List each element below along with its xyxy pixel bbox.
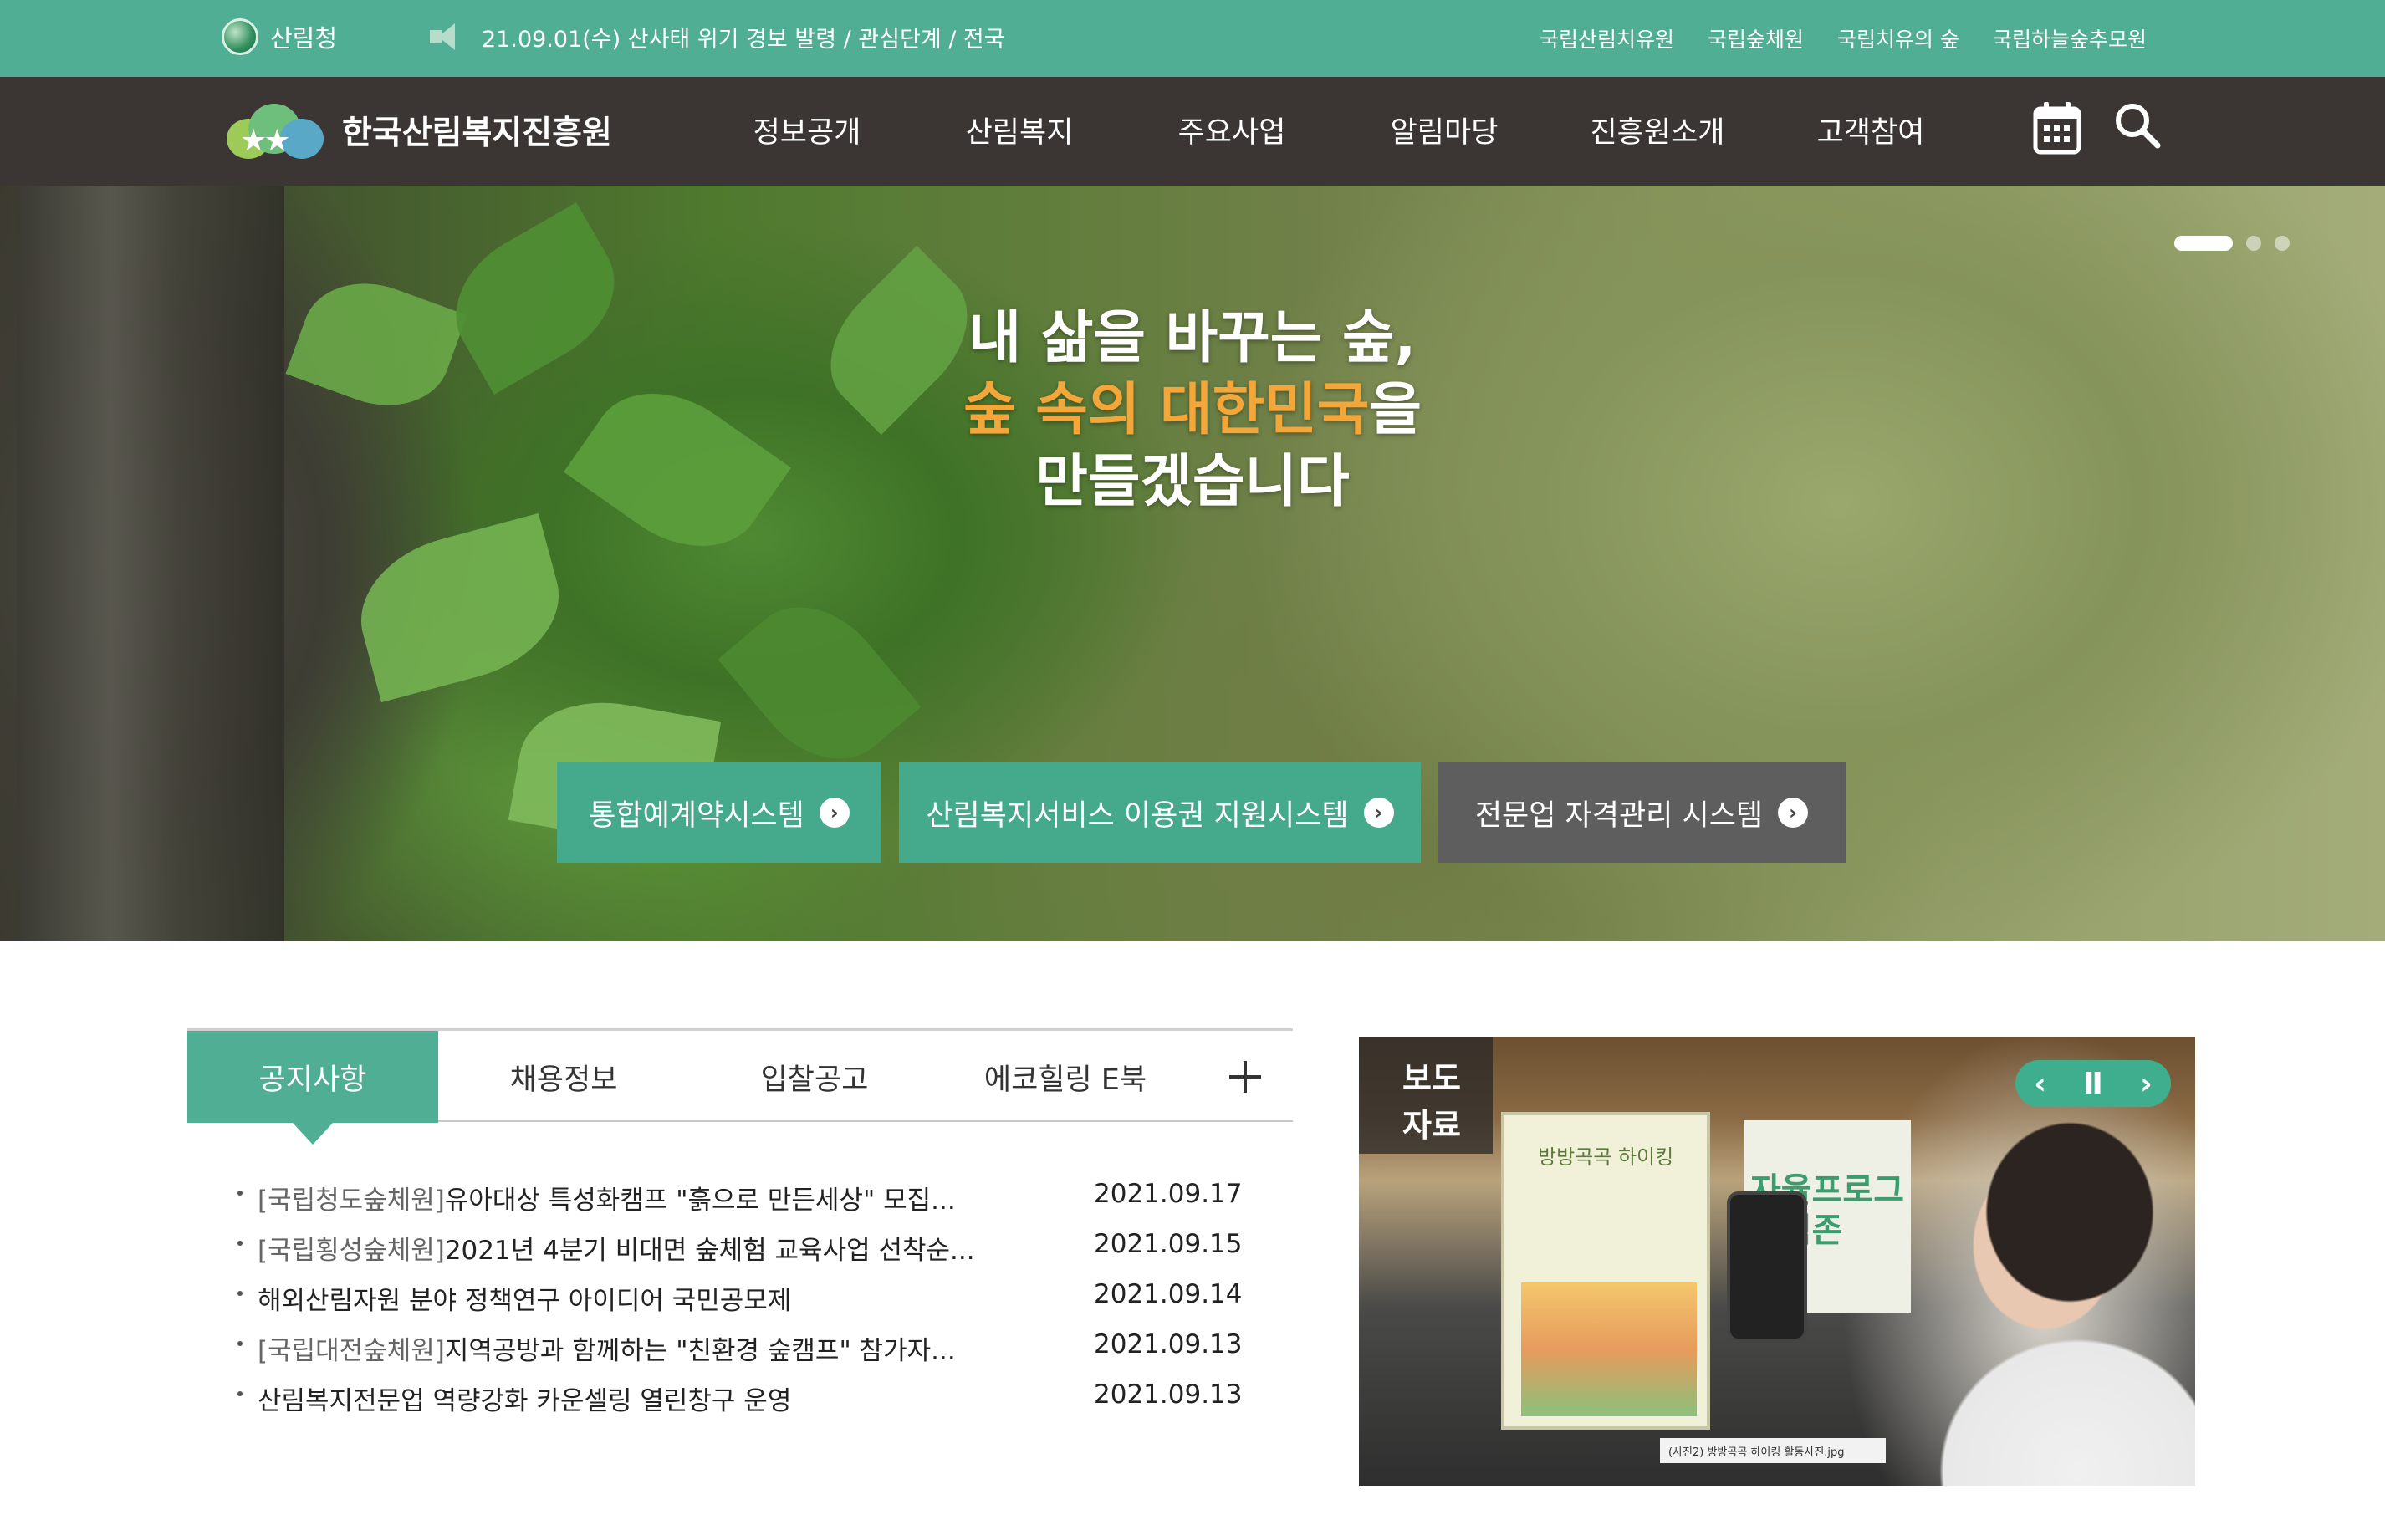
chevron-right-circle-icon: › xyxy=(1778,798,1809,828)
integrated-reservation-button[interactable]: 통합예계약시스템 › xyxy=(557,762,881,863)
plus-icon[interactable] xyxy=(1223,1054,1268,1099)
site-name: 한국산림복지진흥원 xyxy=(342,115,612,152)
headline-line-2: 숲 속의 대한민국을 xyxy=(0,375,2385,446)
agency-name: 산림청 xyxy=(270,24,338,53)
chevron-right-circle-icon: › xyxy=(819,798,850,828)
chevron-right-circle-icon: › xyxy=(1363,798,1394,828)
bullet-icon xyxy=(237,1391,243,1396)
link-healing-forest[interactable]: 국립치유의 숲 xyxy=(1837,23,1959,54)
headline-line-1: 내 삶을 바꾸는 숲, xyxy=(968,305,1417,371)
notice-text: 2021년 4분기 비대면 숲체험 교육사업 선착순... xyxy=(444,1236,975,1266)
menu-forest-welfare[interactable]: 산림복지 xyxy=(948,109,1090,151)
nav-tools xyxy=(2032,100,2163,156)
slide-indicator xyxy=(2174,236,2290,251)
menu-customer[interactable]: 고객참여 xyxy=(1800,109,1942,151)
main-navigation: ★★ 한국산림복지진흥원 정보공개 산림복지 주요사업 알림마당 진흥원소개 고… xyxy=(0,77,2385,186)
bullet-icon xyxy=(237,1241,243,1246)
top-utility-bar: 산림청 21.09.01(수) 산사태 위기 경보 발령 / 관심단계 / 전국… xyxy=(0,0,2385,77)
notice-date: 2021.09.14 xyxy=(1094,1279,1243,1309)
headline-accent: 숲 속의 대한민국 xyxy=(963,377,1370,443)
tree-trunk-image xyxy=(17,186,284,941)
press-label: 보도 자료 xyxy=(1359,1037,1493,1154)
press-label-line-1: 보도 xyxy=(1402,1060,1461,1097)
notice-item[interactable]: [국립대전숲체원]지역공방과 함께하는 "친환경 숲캠프" 참가자... 202… xyxy=(237,1329,1261,1379)
person-photo xyxy=(1877,1120,2195,1486)
poster-title: 방방곡곡 하이킹 xyxy=(1538,1145,1674,1169)
chevron-left-icon[interactable]: ‹ xyxy=(2034,1067,2046,1101)
menu-main-projects[interactable]: 주요사업 xyxy=(1161,109,1303,151)
slide-dot[interactable] xyxy=(2275,236,2290,251)
gnb-menu: 정보공개 산림복지 주요사업 알림마당 진흥원소개 고객참여 xyxy=(736,109,1942,151)
menu-info-disclosure[interactable]: 정보공개 xyxy=(736,109,878,151)
menu-notice-board[interactable]: 알림마당 xyxy=(1373,109,1515,151)
notice-title: [국립청도숲체원]유아대상 특성화캠프 "흙으로 만든세상" 모집... xyxy=(258,1179,1010,1216)
agency-link[interactable]: 산림청 xyxy=(222,18,337,55)
notice-item[interactable]: [국립횡성숲체원]2021년 4분기 비대면 숲체험 교육사업 선착순... 2… xyxy=(237,1229,1261,1279)
notice-title: [국립횡성숲체원]2021년 4분기 비대면 숲체험 교육사업 선착순... xyxy=(258,1229,1010,1267)
notice-date: 2021.09.15 xyxy=(1094,1229,1243,1259)
bullet-icon xyxy=(237,1291,243,1296)
hero-banner: 내 삶을 바꾸는 숲, 숲 속의 대한민국을 만들겠습니다 통합예계약시스템 ›… xyxy=(0,186,2385,941)
welfare-voucher-system-button[interactable]: 산림복지서비스 이용권 지원시스템 › xyxy=(899,762,1421,863)
notice-list: [국립청도숲체원]유아대상 특성화캠프 "흙으로 만든세상" 모집... 202… xyxy=(237,1179,1261,1430)
cta-label: 산림복지서비스 이용권 지원시스템 xyxy=(926,798,1349,833)
pause-icon[interactable]: Ⅱ xyxy=(2083,1067,2103,1101)
smartphone-image xyxy=(1727,1191,1807,1342)
notice-date: 2021.09.13 xyxy=(1094,1379,1243,1410)
notice-text: 유아대상 특성화캠프 "흙으로 만든세상" 모집... xyxy=(444,1186,956,1216)
notice-text: 지역공방과 함께하는 "친환경 숲캠프" 참가자... xyxy=(444,1336,956,1366)
notice-text: 해외산림자원 분야 정책연구 아이디어 국민공모제 xyxy=(258,1286,792,1316)
poster-image: 방방곡곡 하이킹 xyxy=(1501,1112,1710,1430)
leaf-decoration xyxy=(718,579,922,788)
tab-recruitment[interactable]: 채용정보 xyxy=(438,1031,689,1123)
chevron-right-icon[interactable]: › xyxy=(2140,1067,2153,1101)
bullet-icon xyxy=(237,1191,243,1196)
notice-title: 산림복지전문업 역량강화 카운셀링 열린창구 운영 xyxy=(258,1379,1010,1417)
tree-stars-logo-icon: ★★ xyxy=(222,100,327,161)
poster-illustration xyxy=(1521,1282,1697,1416)
headline-line-2-rest: 을 xyxy=(1369,377,1422,443)
slider-controls: ‹ Ⅱ › xyxy=(2015,1060,2171,1107)
notice-tabs: 공지사항 채용정보 입찰공고 에코힐링 E북 xyxy=(187,1028,1293,1145)
site-logo[interactable]: ★★ 한국산림복지진흥원 xyxy=(222,100,612,161)
agency-logo-icon xyxy=(222,18,258,55)
notice-item[interactable]: 산림복지전문업 역량강화 카운셀링 열린창구 운영 2021.09.13 xyxy=(237,1379,1261,1430)
cta-label: 통합예계약시스템 xyxy=(589,798,804,833)
press-release-slider[interactable]: 방방곡곡 하이킹 자율프로그체험존 (사진2) 방방곡곡 하이킹 활동사진.jp… xyxy=(1359,1037,2195,1486)
slide-dot[interactable] xyxy=(2246,236,2261,251)
tab-notice[interactable]: 공지사항 xyxy=(187,1031,438,1145)
link-memorial-forest[interactable]: 국립하늘숲추모원 xyxy=(1993,23,2147,54)
megaphone-icon xyxy=(426,20,468,54)
slide-dot-active[interactable] xyxy=(2174,236,2233,251)
hero-headline: 내 삶을 바꾸는 숲, 숲 속의 대한민국을 만들겠습니다 xyxy=(0,303,2385,518)
notice-tag: [국립대전숲체원] xyxy=(258,1336,445,1366)
notice-date: 2021.09.17 xyxy=(1094,1179,1243,1209)
tab-ecohealing-ebook[interactable]: 에코힐링 E북 xyxy=(940,1031,1191,1123)
notice-item[interactable]: [국립청도숲체원]유아대상 특성화캠프 "흙으로 만든세상" 모집... 202… xyxy=(237,1179,1261,1229)
bullet-icon xyxy=(237,1341,243,1346)
menu-about[interactable]: 진흥원소개 xyxy=(1574,109,1741,151)
family-site-links: 국립산림치유원 국립숲체원 국립치유의 숲 국립하늘숲추모원 xyxy=(1540,23,2147,54)
notice-date: 2021.09.13 xyxy=(1094,1329,1243,1359)
calendar-icon[interactable] xyxy=(2032,100,2082,156)
tab-bidding[interactable]: 입찰공고 xyxy=(689,1031,940,1123)
notice-title: 해외산림자원 분야 정책연구 아이디어 국민공모제 xyxy=(258,1279,1010,1317)
search-icon[interactable] xyxy=(2112,100,2163,156)
notice-text: 산림복지전문업 역량강화 카운셀링 열린창구 운영 xyxy=(258,1386,792,1416)
leaf-decoration xyxy=(345,512,575,703)
cta-label: 전문업 자격관리 시스템 xyxy=(1474,798,1764,833)
notice-item[interactable]: 해외산림자원 분야 정책연구 아이디어 국민공모제 2021.09.14 xyxy=(237,1279,1261,1329)
link-forest-experience-center[interactable]: 국립숲체원 xyxy=(1708,23,1804,54)
notice-title: [국립대전숲체원]지역공방과 함께하는 "친환경 숲캠프" 참가자... xyxy=(258,1329,1010,1367)
notice-tag: [국립청도숲체원] xyxy=(258,1186,445,1216)
press-label-line-2: 자료 xyxy=(1402,1107,1461,1144)
headline-line-3: 만들겠습니다 xyxy=(1035,449,1350,515)
link-forest-healing-center[interactable]: 국립산림치유원 xyxy=(1540,23,1674,54)
alert-text: 21.09.01(수) 산사태 위기 경보 발령 / 관심단계 / 전국 xyxy=(482,26,1005,53)
photo-caption: (사진2) 방방곡곡 하이킹 활동사진.jpg xyxy=(1660,1438,1886,1463)
notice-tag: [국립횡성숲체원] xyxy=(258,1236,445,1266)
qualification-management-button[interactable]: 전문업 자격관리 시스템 › xyxy=(1438,762,1846,863)
alert-ticker[interactable]: 21.09.01(수) 산사태 위기 경보 발령 / 관심단계 / 전국 xyxy=(426,20,1005,54)
